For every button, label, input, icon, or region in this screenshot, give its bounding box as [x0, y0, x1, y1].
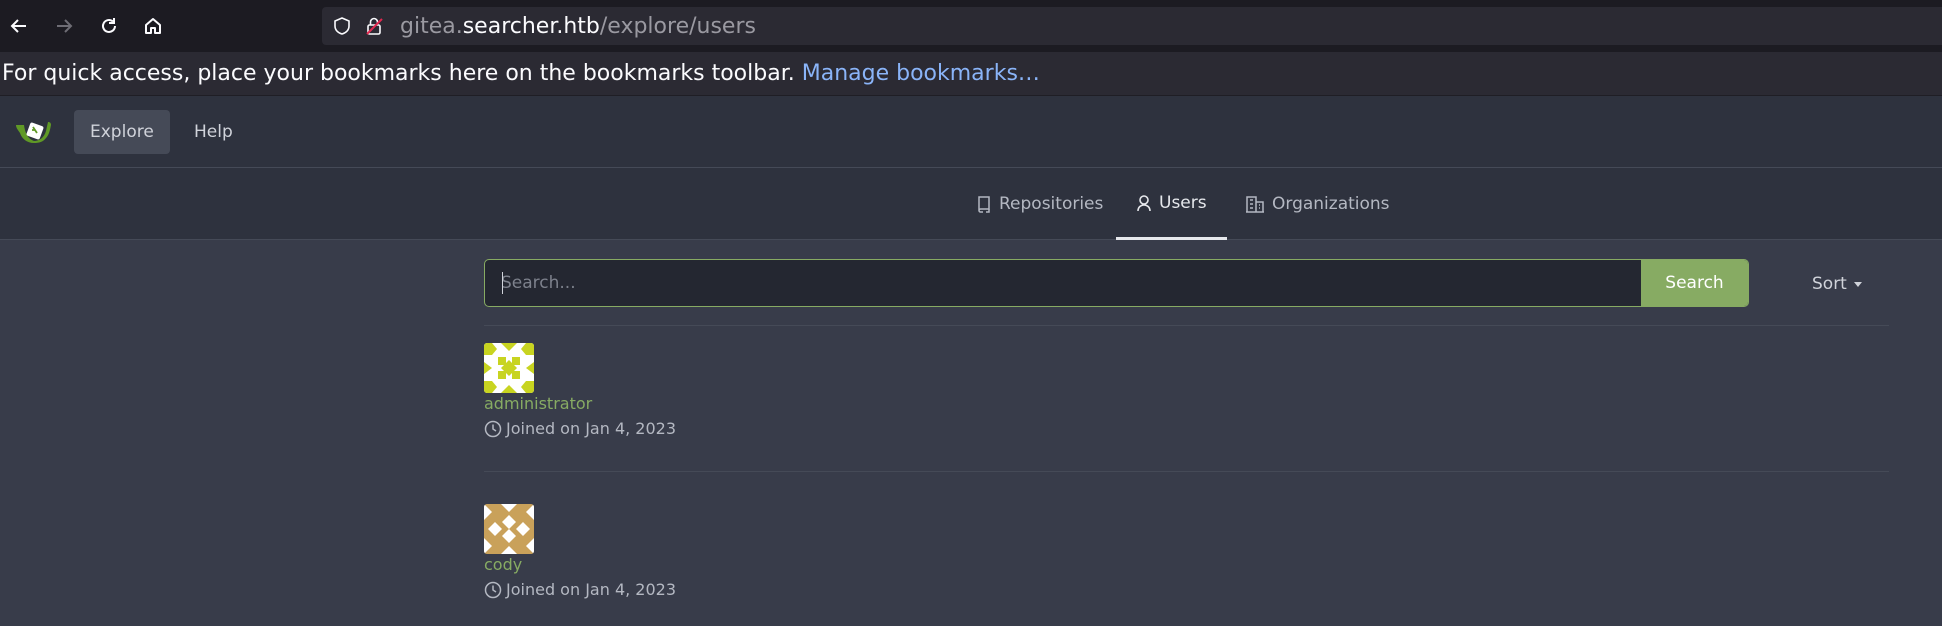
- avatar[interactable]: [484, 504, 534, 554]
- insecure-lock-icon[interactable]: [365, 16, 385, 36]
- sort-dropdown[interactable]: Sort: [1812, 274, 1862, 294]
- manage-bookmarks-link[interactable]: Manage bookmarks…: [802, 61, 1040, 86]
- clock-icon: [484, 420, 502, 437]
- nav-explore[interactable]: Explore: [74, 110, 170, 154]
- username-link[interactable]: administrator: [484, 394, 1084, 413]
- joined-text: Joined on Jan 4, 2023: [506, 580, 677, 599]
- tab-repositories[interactable]: Repositories: [976, 168, 1103, 240]
- forward-button[interactable]: [50, 12, 78, 40]
- back-button[interactable]: [5, 12, 33, 40]
- tab-repositories-label: Repositories: [999, 194, 1104, 214]
- address-bar[interactable]: gitea.searcher.htb/explore/users: [322, 7, 1942, 45]
- gitea-logo-icon[interactable]: [14, 118, 52, 146]
- dropdown-caret-icon: [1853, 281, 1862, 287]
- forward-arrow-icon: [57, 19, 73, 33]
- reload-button[interactable]: [95, 12, 123, 40]
- list-divider: [484, 471, 1889, 472]
- username-link[interactable]: cody: [484, 555, 1084, 574]
- search-button[interactable]: Search: [1641, 260, 1748, 306]
- text-caret: [502, 272, 503, 294]
- nav-help[interactable]: Help: [178, 110, 249, 154]
- url-text[interactable]: gitea.searcher.htb/explore/users: [400, 14, 756, 39]
- search-form: Search: [484, 259, 1749, 307]
- browser-toolbar: gitea.searcher.htb/explore/users: [0, 0, 1942, 52]
- home-icon: [145, 18, 161, 34]
- organization-icon: [1246, 196, 1264, 213]
- repo-icon: [978, 196, 990, 213]
- home-button[interactable]: [139, 12, 167, 40]
- list-item: administrator Joined on Jan 4, 2023: [484, 343, 1084, 438]
- back-arrow-icon: [10, 19, 26, 33]
- tab-organizations-label: Organizations: [1272, 194, 1390, 214]
- reload-icon: [102, 18, 116, 33]
- bookmarks-toolbar: For quick access, place your bookmarks h…: [0, 52, 1942, 96]
- clock-icon: [484, 581, 502, 598]
- tab-users[interactable]: Users: [1116, 168, 1227, 240]
- person-icon: [1137, 194, 1151, 211]
- list-divider: [484, 325, 1889, 326]
- joined-date: Joined on Jan 4, 2023: [484, 580, 1084, 599]
- joined-text: Joined on Jan 4, 2023: [506, 419, 677, 438]
- tab-organizations[interactable]: Organizations: [1245, 168, 1390, 240]
- search-input[interactable]: [485, 260, 1642, 306]
- tab-users-label: Users: [1159, 192, 1207, 213]
- gitea-navbar: Explore Help: [0, 96, 1942, 168]
- joined-date: Joined on Jan 4, 2023: [484, 419, 1084, 438]
- avatar[interactable]: [484, 343, 534, 393]
- list-item: cody Joined on Jan 4, 2023: [484, 504, 1084, 599]
- shield-icon[interactable]: [333, 17, 351, 35]
- bookmarks-message: For quick access, place your bookmarks h…: [2, 61, 1040, 86]
- explore-tabs: Repositories Users Organizations: [0, 168, 1942, 240]
- sort-label: Sort: [1812, 274, 1847, 294]
